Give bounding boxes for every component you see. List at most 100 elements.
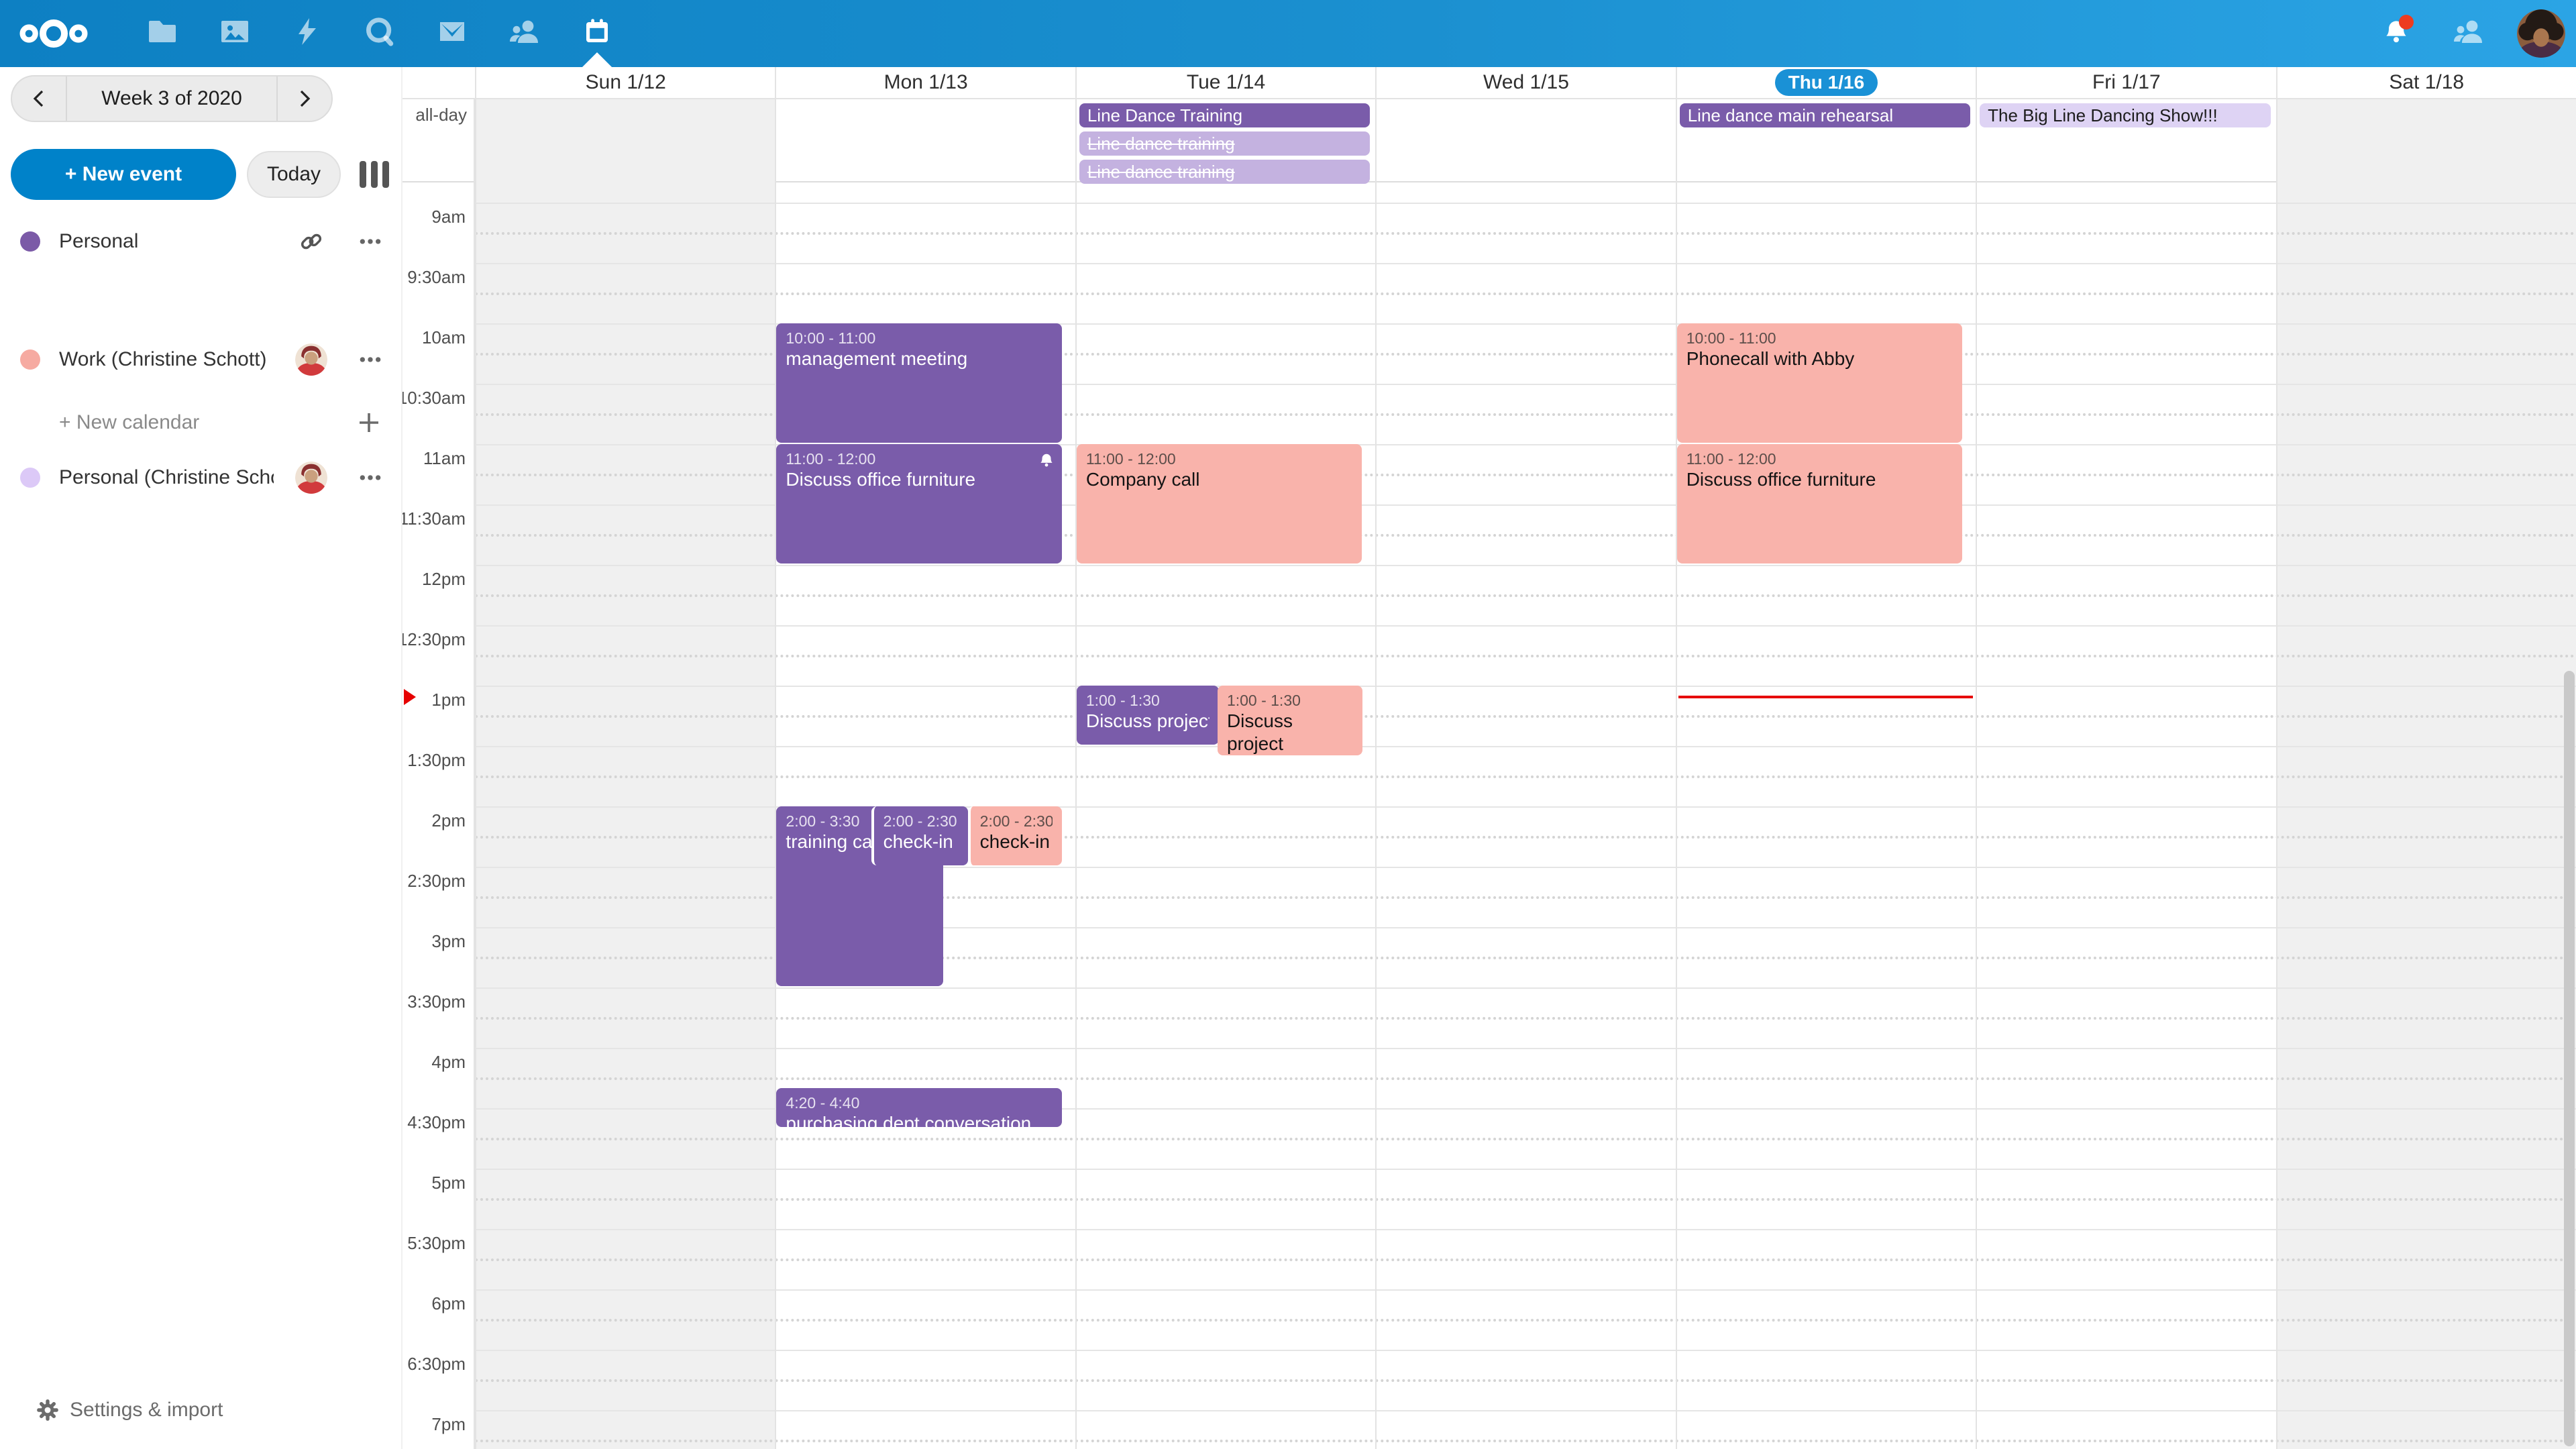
- column-divider: [475, 182, 476, 1449]
- allday-cell: [1375, 99, 1675, 182]
- day-header-row: Sun 1/12Mon 1/13Tue 1/14Wed 1/15Thu 1/16…: [402, 67, 2576, 99]
- time-label: 11:30am: [402, 508, 466, 529]
- reminder-bell-icon: [1038, 449, 1055, 467]
- nav-files-button[interactable]: [126, 0, 199, 67]
- settings-import-button[interactable]: Settings & import: [0, 1390, 402, 1430]
- allday-row: all-day Line Dance TrainingLine dance tr…: [402, 99, 2576, 182]
- event-discuss-project-announcement[interactable]: 1:00 - 1:30Discuss project announcement: [1077, 686, 1219, 745]
- event-time: 2:00 - 2:30: [980, 812, 1053, 830]
- event-management-meeting[interactable]: 10:00 - 11:00management meeting: [776, 323, 1061, 443]
- allday-cell: [475, 99, 775, 182]
- photos-icon: [219, 15, 251, 52]
- day-header-sun: Sun 1/12: [475, 67, 775, 98]
- half-slot-line: [475, 292, 2576, 295]
- calendar-menu-button[interactable]: [352, 459, 389, 496]
- day-header-sat: Sat 1/18: [2276, 67, 2576, 98]
- today-button[interactable]: Today: [247, 151, 341, 198]
- nav-mail-button[interactable]: [416, 0, 488, 67]
- gear-icon: [35, 1397, 60, 1423]
- calendar-item-work-christine-schott[interactable]: Work (Christine Schott): [0, 330, 402, 389]
- event-discuss-office-furniture[interactable]: 11:00 - 12:00Discuss office furniture: [776, 444, 1061, 564]
- event-time: 11:00 - 12:00: [1686, 449, 1953, 468]
- time-label: 9am: [431, 207, 466, 227]
- day-header-mon: Mon 1/13: [775, 67, 1075, 98]
- half-slot-line: [475, 1319, 2576, 1322]
- calendar-list: PersonalWork (Christine Schott)Personal …: [0, 212, 402, 389]
- sidebar-actions: + New event Today: [11, 149, 397, 200]
- day-header-fri: Fri 1/17: [1976, 67, 2275, 98]
- event-discuss-project-announcement[interactable]: 1:00 - 1:30Discuss project announcement: [1218, 686, 1362, 755]
- allday-event-line-dance-training[interactable]: Line Dance Training: [1079, 103, 1370, 127]
- calendar-menu-button[interactable]: [352, 223, 389, 260]
- event-time: 4:20 - 4:40: [786, 1093, 1052, 1112]
- nav-talk-button[interactable]: [343, 0, 416, 67]
- calendar-owner-avatar[interactable]: [292, 459, 330, 496]
- nav-photos-button[interactable]: [199, 0, 271, 67]
- half-slot-line: [475, 1258, 2576, 1261]
- event-time: 11:00 - 12:00: [786, 449, 1052, 468]
- calendar-item-personal-christine-scho[interactable]: Personal (Christine Scho...: [0, 448, 402, 507]
- nav-contacts-button[interactable]: [488, 0, 561, 67]
- columns-view-icon: [357, 158, 392, 191]
- time-label: 3pm: [431, 931, 466, 952]
- time-slot: [475, 625, 2576, 686]
- share-link-button[interactable]: [292, 223, 330, 260]
- calendar-owner-avatar[interactable]: [292, 341, 330, 378]
- app-menu: [126, 0, 633, 67]
- calendar-color-dot: [20, 350, 40, 370]
- new-calendar-button[interactable]: + New calendar: [0, 396, 402, 449]
- event-purchasing-dept-conversation[interactable]: 4:20 - 4:40purchasing dept conversation: [776, 1088, 1061, 1127]
- time-gutter: 9am9:30am10am10:30am11am11:30am12pm12:30…: [402, 182, 475, 1449]
- allday-event-the-big-line-dancing-show[interactable]: The Big Line Dancing Show!!!: [1980, 103, 2270, 127]
- contacts-menu-button[interactable]: [2442, 0, 2496, 67]
- time-slot: [475, 987, 2576, 1048]
- time-slot: [475, 1229, 2576, 1289]
- new-calendar-label: + New calendar: [59, 411, 199, 434]
- time-slot: [475, 746, 2576, 806]
- time-label: 4:30pm: [407, 1112, 466, 1133]
- week-switcher: Week 3 of 2020: [11, 75, 333, 122]
- time-label: 10:30am: [402, 388, 466, 409]
- calendar-item-personal[interactable]: Personal: [0, 212, 402, 271]
- vertical-scrollbar[interactable]: [2564, 671, 2575, 1446]
- calendar-menu-button[interactable]: [352, 341, 389, 378]
- time-label: 6pm: [431, 1293, 466, 1314]
- user-menu-button[interactable]: [2514, 0, 2568, 67]
- plus-icon: [357, 411, 381, 435]
- chevron-left-icon: [28, 88, 50, 109]
- event-phonecall-with-abby[interactable]: 10:00 - 11:00Phonecall with Abby: [1677, 323, 1962, 443]
- time-label: 3:30pm: [407, 991, 466, 1012]
- top-navbar: [0, 0, 2576, 67]
- contacts-icon: [2453, 15, 2485, 52]
- previous-week-button[interactable]: [12, 76, 66, 121]
- calendar-color-dot: [20, 231, 40, 252]
- time-label: 12:30pm: [402, 629, 466, 650]
- half-slot-line: [475, 594, 2576, 597]
- event-company-call[interactable]: 11:00 - 12:00Company call: [1077, 444, 1362, 564]
- event-check-in[interactable]: 2:00 - 2:30check-in: [968, 806, 1062, 865]
- time-slot: [475, 686, 2576, 746]
- time-slot: [475, 565, 2576, 625]
- notifications-button[interactable]: [2369, 0, 2423, 67]
- allday-event-line-dance-training[interactable]: Line dance training: [1079, 160, 1370, 184]
- week-view-toggle-button[interactable]: [352, 151, 397, 198]
- nav-calendar-button[interactable]: [561, 0, 633, 67]
- half-slot-line: [475, 715, 2576, 718]
- half-slot-line: [475, 1077, 2576, 1080]
- nav-activity-button[interactable]: [271, 0, 343, 67]
- time-slot: [475, 263, 2576, 323]
- current-time-arrow: [404, 689, 416, 705]
- event-discuss-office-furniture[interactable]: 11:00 - 12:00Discuss office furniture: [1677, 444, 1962, 564]
- next-week-button[interactable]: [278, 76, 331, 121]
- event-check-in[interactable]: 2:00 - 2:30check-in: [871, 806, 968, 865]
- time-label: 10am: [422, 327, 466, 348]
- current-time-line: [1678, 696, 1973, 698]
- allday-event-line-dance-main-rehearsal[interactable]: Line dance main rehearsal: [1680, 103, 1970, 127]
- new-event-button[interactable]: + New event: [11, 149, 236, 200]
- week-label[interactable]: Week 3 of 2020: [66, 76, 278, 121]
- time-label: 9:30am: [407, 267, 466, 288]
- time-label: 5:30pm: [407, 1233, 466, 1254]
- allday-event-line-dance-training[interactable]: Line dance training: [1079, 131, 1370, 156]
- nextcloud-logo[interactable]: [11, 0, 97, 67]
- event-time: 11:00 - 12:00: [1086, 449, 1352, 468]
